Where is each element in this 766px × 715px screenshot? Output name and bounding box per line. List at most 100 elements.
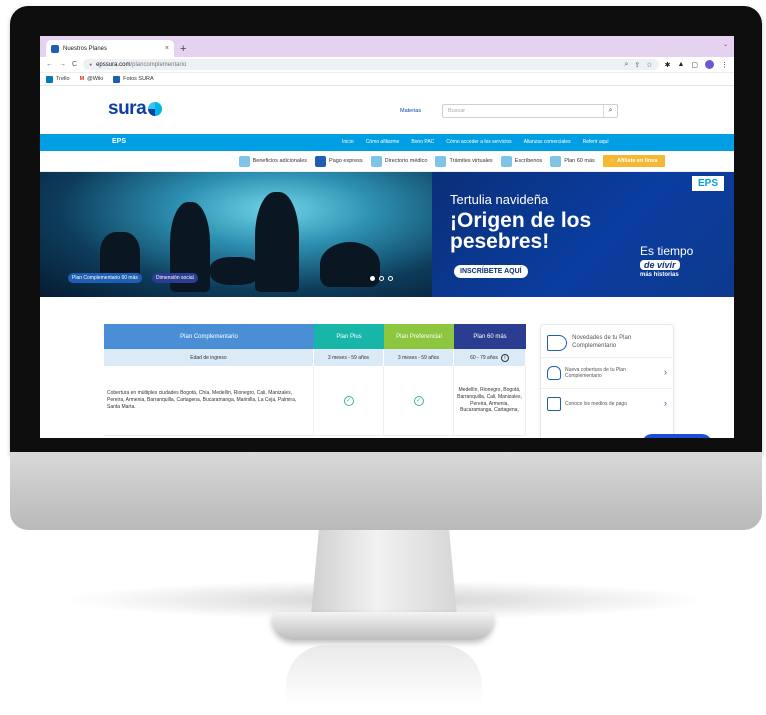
quick-link-label: Pago express xyxy=(329,158,363,164)
bookmark-trello[interactable]: Trello xyxy=(46,75,70,83)
quick-link-label: Escríbenos xyxy=(514,158,543,164)
tag-plan-complementario[interactable]: Plan Complementario 60 más xyxy=(68,273,142,283)
quick-link-label: Plan 60 más xyxy=(564,158,595,164)
cell-cobertura-plus: ✓ xyxy=(314,366,384,435)
hero-kicker: Tertulia navideña xyxy=(450,192,549,207)
header-plan-complementario: Plan Complementario xyxy=(104,324,314,349)
chat-icon: ◌ xyxy=(610,158,615,164)
lock-icon: ● xyxy=(89,61,93,68)
de-vivir-text: de vivir xyxy=(640,260,680,270)
new-tab-button[interactable]: + xyxy=(180,43,186,55)
carousel-dot[interactable] xyxy=(370,276,375,281)
header-plan-60[interactable]: Plan 60 más xyxy=(454,324,526,349)
forward-arrow-icon[interactable]: → xyxy=(59,61,66,68)
info-icon[interactable]: i xyxy=(500,353,509,362)
tag-dimension-social[interactable]: Dimensión social xyxy=(152,273,198,283)
affiliate-label: Afíliate en línea xyxy=(617,158,658,164)
megaphone-icon xyxy=(547,335,568,351)
edad-60-text: 60 - 79 años xyxy=(470,354,498,361)
table-row: Cobertura en múltiples ciudades Bogotá, … xyxy=(104,366,526,436)
tab-close-icon[interactable]: × xyxy=(165,45,169,52)
hero-cta-button[interactable]: INSCRÍBETE AQUÍ xyxy=(454,265,528,278)
nav-link-alianzas[interactable]: Alianzas comerciales xyxy=(524,139,571,145)
bookmark-star-icon[interactable]: ☆ xyxy=(646,61,652,69)
nav-link-inicio[interactable]: Inicio xyxy=(342,139,354,145)
sura-logo-mark-icon xyxy=(148,102,163,116)
manger-silhouette xyxy=(210,257,260,285)
quick-link-directorio[interactable]: Directorio médico xyxy=(370,155,428,167)
row-label-edad: Edad de ingreso xyxy=(104,349,314,366)
search-box[interactable]: Buscar ⌕ xyxy=(442,104,618,118)
table-header-row: Plan Complementario Plan Plus Plan Prefe… xyxy=(104,324,526,349)
quick-link-plan60[interactable]: Plan 60 más xyxy=(550,155,595,167)
reload-icon[interactable]: C xyxy=(72,61,77,68)
quick-link-escribenos[interactable]: Escríbenos xyxy=(500,155,543,167)
quick-links-bar: Beneficios adicionales Pago express Dire… xyxy=(40,151,734,172)
address-bar[interactable]: ● epssura.com /plancomplementario ⌕ ⇪ ☆ xyxy=(83,59,659,70)
laptop-icon xyxy=(435,155,447,167)
quick-link-label: Directorio médico xyxy=(384,158,428,164)
extensions-puzzle-icon[interactable]: ✱ xyxy=(665,61,671,69)
carousel-dot[interactable] xyxy=(379,276,384,281)
quick-link-label: Trámites virtuales xyxy=(449,158,493,164)
bookmark-fotos-sura[interactable]: Fotos SURA xyxy=(113,75,154,83)
main-nav: EPS Inicio Cómo afiliarme Bono PAC Cómo … xyxy=(40,134,734,151)
quick-link-beneficios[interactable]: Beneficios adicionales xyxy=(238,155,307,167)
novedades-header: Novedades de tu Plan Complementario xyxy=(541,325,673,357)
bookmark-label: @Wiki xyxy=(87,76,104,82)
search-icon[interactable]: ⌕ xyxy=(603,105,617,117)
gift-icon xyxy=(238,155,250,167)
bookmark-label: Trello xyxy=(56,76,70,82)
profile-avatar[interactable] xyxy=(705,60,714,69)
mas-historias-text: más historias xyxy=(640,272,679,278)
browser-tabbar: Nuestros Planes × + ⌄ xyxy=(40,36,734,57)
gmail-icon: M xyxy=(79,76,85,82)
nav-link-afiliarme[interactable]: Cómo afiliarme xyxy=(366,139,400,145)
stage: Nuestros Planes × + ⌄ ← → C ● epssura.co… xyxy=(0,0,766,715)
directory-icon xyxy=(370,155,382,167)
monitor-stand-base xyxy=(272,612,494,640)
es-tiempo-text: Es tiempo xyxy=(640,244,694,258)
header-plan-preferencial[interactable]: Plan Preferencial xyxy=(384,324,454,349)
site-header: sura Materias Buscar ⌕ xyxy=(40,86,734,134)
cell-edad-60: 60 - 79 años i xyxy=(454,349,526,366)
chevron-right-icon: › xyxy=(664,367,667,378)
hero-banner[interactable]: EPS Tertulia navideña ¡Origen de los pes… xyxy=(40,172,734,297)
novedades-title: Novedades de tu Plan Complementario xyxy=(572,335,632,349)
tab-title: Nuestros Planes xyxy=(63,45,108,52)
cell-edad-plus: 3 meses - 59 años xyxy=(314,349,384,366)
carousel-dot[interactable] xyxy=(388,276,393,281)
side-panel-icon[interactable]: ▢ xyxy=(691,61,698,69)
hero-headline: ¡Origen de los pesebres! xyxy=(450,209,592,253)
header-link-materias[interactable]: Materias xyxy=(400,108,421,114)
browser-toolbar: ← → C ● epssura.com /plancomplementario … xyxy=(40,57,734,73)
figure-silhouette xyxy=(255,192,299,292)
novedades-item-pago[interactable]: Conoce los medios de pago › xyxy=(541,388,673,419)
logo-text: sura xyxy=(108,98,147,119)
tab-search-chevron-icon[interactable]: ⌄ xyxy=(723,41,728,48)
nav-link-bono-pac[interactable]: Bono PAC xyxy=(411,139,434,145)
affiliate-button[interactable]: ◌ Afíliate en línea xyxy=(602,155,666,167)
share-icon[interactable]: ⇪ xyxy=(634,61,640,69)
nav-link-servicios[interactable]: Cómo acceder a los servicios xyxy=(446,139,511,145)
cell-edad-preferencial: 3 meses - 59 años xyxy=(384,349,454,366)
mail-icon xyxy=(500,155,512,167)
sura-bookmark-icon xyxy=(113,75,121,83)
tooth-icon xyxy=(547,366,561,380)
check-circle-icon: ✓ xyxy=(343,395,354,406)
search-placeholder: Buscar xyxy=(448,108,466,114)
chat-widget-button[interactable] xyxy=(642,434,712,438)
menu-kebab-icon[interactable]: ⋮ xyxy=(721,61,728,69)
sura-logo[interactable]: sura xyxy=(108,98,163,120)
zoom-icon[interactable]: ⌕ xyxy=(624,61,628,69)
quick-link-tramites[interactable]: Trámites virtuales xyxy=(435,155,493,167)
nav-link-referir[interactable]: Referir aquí xyxy=(583,139,609,145)
trello-icon xyxy=(46,75,53,83)
back-arrow-icon[interactable]: ← xyxy=(46,61,53,68)
quick-link-pago[interactable]: Pago express xyxy=(315,155,363,167)
novedades-item-cobertura[interactable]: Nueva cobertura de tu Plan Complementari… xyxy=(541,357,673,388)
download-icon[interactable]: ▲ xyxy=(677,61,684,68)
header-plan-plus[interactable]: Plan Plus xyxy=(314,324,384,349)
browser-tab[interactable]: Nuestros Planes × xyxy=(46,40,174,57)
bookmark-wiki[interactable]: M @Wiki xyxy=(80,76,104,82)
